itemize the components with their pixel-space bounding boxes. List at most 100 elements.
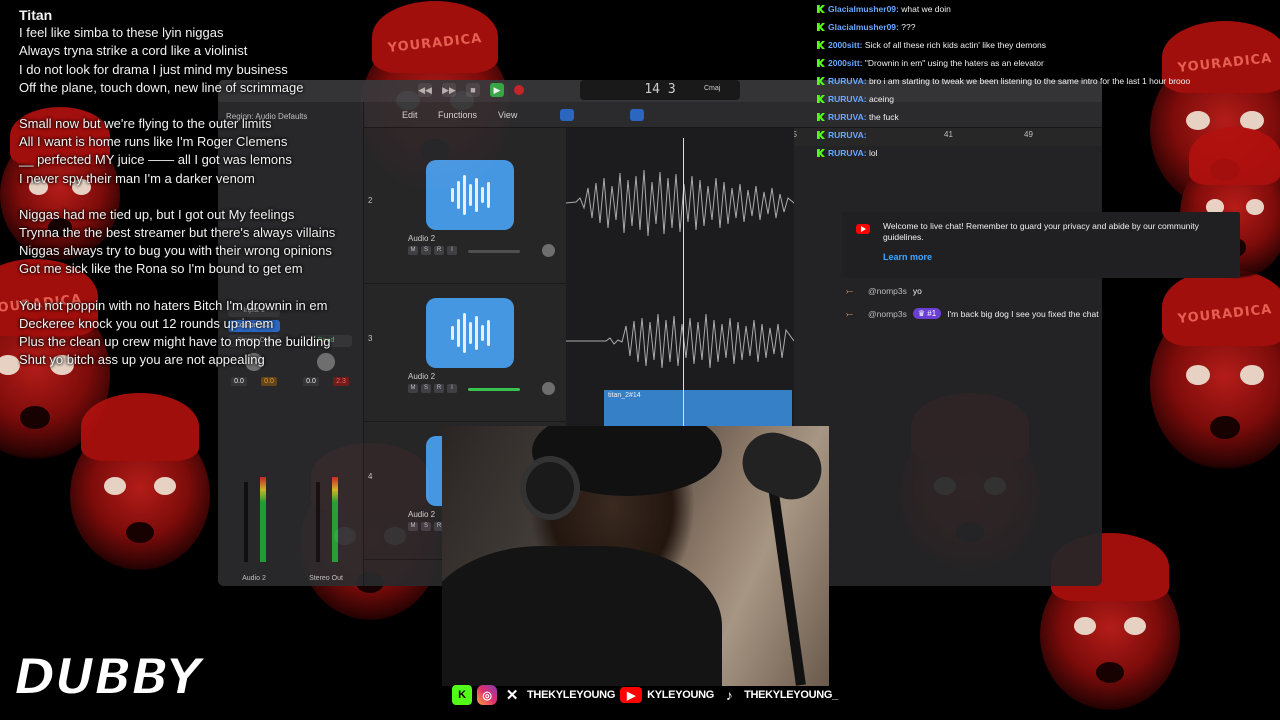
avatar-icon: ⤚ bbox=[846, 308, 854, 319]
track-name[interactable]: Audio 2 bbox=[408, 234, 435, 243]
tiktok-handle: THEKYLEYOUNG_ bbox=[744, 689, 838, 701]
track-name[interactable]: Audio 2 bbox=[408, 372, 435, 381]
input-monitor-button[interactable]: I bbox=[447, 246, 457, 255]
solo-button[interactable]: S bbox=[421, 246, 431, 255]
lyric-line: I do not look for drama I just mind my b… bbox=[19, 61, 288, 77]
chat-username: RURUVA: bbox=[828, 148, 867, 158]
chat-text: the fuck bbox=[868, 112, 899, 122]
chat-message: RURUVA: bbox=[816, 126, 1280, 144]
kick-chat-overlay: Glacialmusher09: what we doin Glacialmus… bbox=[816, 0, 1280, 162]
chat-username: 2000sitt: bbox=[828, 40, 863, 50]
track-pan-knob[interactable] bbox=[542, 244, 555, 257]
input-monitor-button[interactable]: I bbox=[447, 384, 457, 393]
avatar-icon: ⤚ bbox=[846, 286, 854, 296]
lyric-line: Plus the clean up crew might have to mop… bbox=[19, 334, 331, 350]
chat-message: Glacialmusher09: what we doin bbox=[816, 0, 1280, 18]
record-enable-button[interactable]: R bbox=[434, 246, 444, 255]
lyric-line: Trynna the the best streamer but there's… bbox=[19, 225, 336, 241]
chat-username: @nomp3s bbox=[868, 308, 907, 319]
chat-username: RURUVA: bbox=[828, 112, 867, 122]
audio-waveform-icon bbox=[426, 298, 514, 368]
instagram-icon: ◎ bbox=[477, 685, 497, 705]
rewind-button[interactable]: ◀◀ bbox=[418, 83, 432, 97]
song-title: Titan bbox=[19, 7, 53, 23]
chat-username: @nomp3s bbox=[868, 286, 907, 296]
background-face: YOURADICA bbox=[1150, 269, 1280, 470]
kick-icon: K bbox=[452, 685, 472, 705]
webcam-jacket bbox=[442, 546, 722, 686]
view-menu[interactable]: View bbox=[498, 110, 517, 120]
volume-fader[interactable] bbox=[244, 482, 248, 562]
track-volume-slider[interactable] bbox=[468, 388, 520, 391]
lyrics-stanza: Small now but we're flying to the outer … bbox=[19, 115, 399, 188]
mute-button[interactable]: M bbox=[408, 522, 418, 531]
edit-menu[interactable]: Edit bbox=[402, 110, 418, 120]
record-enable-button[interactable]: R bbox=[434, 384, 444, 393]
solo-button[interactable]: S bbox=[421, 522, 431, 531]
youtube-handle: KYLEYOUNG bbox=[647, 689, 715, 701]
track-volume-slider[interactable] bbox=[468, 250, 520, 253]
dubby-logo: DUBBY bbox=[13, 647, 214, 712]
chat-username: RURUVA: bbox=[828, 94, 867, 104]
volume-fader[interactable] bbox=[316, 482, 320, 562]
chat-username: Glacialmusher09: bbox=[828, 22, 899, 32]
record-button[interactable] bbox=[514, 85, 524, 95]
lyric-line: Deckeree knock you out 12 rounds up in e… bbox=[19, 315, 274, 331]
chat-message: 2000sitt: "Drownin in em" using the hate… bbox=[816, 54, 1280, 72]
audio-region-waveform[interactable] bbox=[566, 158, 794, 248]
learn-more-link[interactable]: Learn more bbox=[883, 252, 932, 262]
lyric-line: I feel like simba to these lyin niggas bbox=[19, 25, 224, 41]
chat-message: 2000sitt: Sick of all these rich kids ac… bbox=[816, 36, 1280, 54]
welcome-text: Welcome to live chat! Remember to guard … bbox=[883, 221, 1199, 242]
youtube-icon bbox=[856, 224, 870, 234]
lyric-line: Niggas had me tied up, but I got out My … bbox=[19, 206, 295, 222]
rank-badge: ♛ #1 bbox=[912, 308, 942, 319]
lyrics-overlay: Titan I feel like simba to these lyin ni… bbox=[19, 6, 399, 387]
stop-button[interactable]: ■ bbox=[466, 83, 480, 97]
track-pan-knob[interactable] bbox=[542, 382, 555, 395]
chat-text: "Drownin in em" using the haters as an e… bbox=[864, 58, 1044, 68]
audio-region-waveform[interactable] bbox=[566, 296, 794, 386]
lyric-line: Always tryna strike a cord like a violin… bbox=[19, 43, 248, 59]
chat-username: RURUVA: bbox=[828, 130, 867, 140]
chat-username: Glacialmusher09: bbox=[828, 4, 899, 14]
functions-menu[interactable]: Functions bbox=[438, 110, 477, 120]
socials-bar: K ◎ ✕ THEKYLEYOUNG ▶ KYLEYOUNG ♪ THEKYLE… bbox=[452, 685, 838, 705]
chat-text: aceing bbox=[868, 94, 894, 104]
chat-text: what we doin bbox=[901, 4, 951, 14]
selected-audio-region[interactable]: titan_2#14 bbox=[604, 390, 792, 430]
key-display: Cmaj bbox=[704, 85, 721, 92]
tiktok-icon: ♪ bbox=[725, 687, 733, 703]
youtube-chat-welcome: Welcome to live chat! Remember to guard … bbox=[842, 212, 1240, 278]
chat-text: Sick of all these rich kids actin' like … bbox=[864, 40, 1047, 50]
lyric-line: I never spy their man I'm a darker venom bbox=[19, 170, 255, 186]
youtube-chat-message: ⤚ @nomp3s yo bbox=[846, 286, 922, 296]
track-number: 4 bbox=[368, 472, 373, 481]
webcam-mic-arm bbox=[768, 486, 806, 686]
x-icon: ✕ bbox=[505, 687, 519, 704]
mute-button[interactable]: M bbox=[408, 384, 418, 393]
chat-username: RURUVA: bbox=[828, 76, 867, 86]
chat-message: RURUVA: bro i am starting to tweak we be… bbox=[816, 72, 1280, 90]
youtube-icon: ▶ bbox=[620, 687, 643, 703]
chat-message: RURUVA: the fuck bbox=[816, 108, 1280, 126]
transport-controls: ◀◀ ▶▶ ■ ▶ bbox=[418, 83, 524, 97]
level-meter bbox=[260, 477, 266, 562]
webcam-microphone bbox=[734, 426, 829, 508]
solo-button[interactable]: S bbox=[421, 384, 431, 393]
lyrics-stanza: You not poppin with no haters Bitch I'm … bbox=[19, 297, 399, 370]
track-name[interactable]: Audio 2 bbox=[408, 510, 435, 519]
lyrics-stanza: I feel like simba to these lyin niggas A… bbox=[19, 24, 399, 97]
play-button[interactable]: ▶ bbox=[490, 83, 504, 97]
catch-button[interactable] bbox=[630, 109, 644, 121]
chat-message: Glacialmusher09: ??? bbox=[816, 18, 1280, 36]
lyric-line: Small now but we're flying to the outer … bbox=[19, 116, 272, 132]
chat-text: ??? bbox=[901, 22, 916, 32]
mute-button[interactable]: M bbox=[408, 246, 418, 255]
webcam-headphones bbox=[520, 456, 580, 520]
lyric-line: Got me sick like the Rona so I'm bound t… bbox=[19, 261, 303, 277]
audio-waveform-icon bbox=[426, 160, 514, 230]
forward-button[interactable]: ▶▶ bbox=[442, 83, 456, 97]
chat-text: bro i am starting to tweak we been liste… bbox=[868, 76, 1191, 86]
list-view-button[interactable] bbox=[560, 109, 574, 121]
